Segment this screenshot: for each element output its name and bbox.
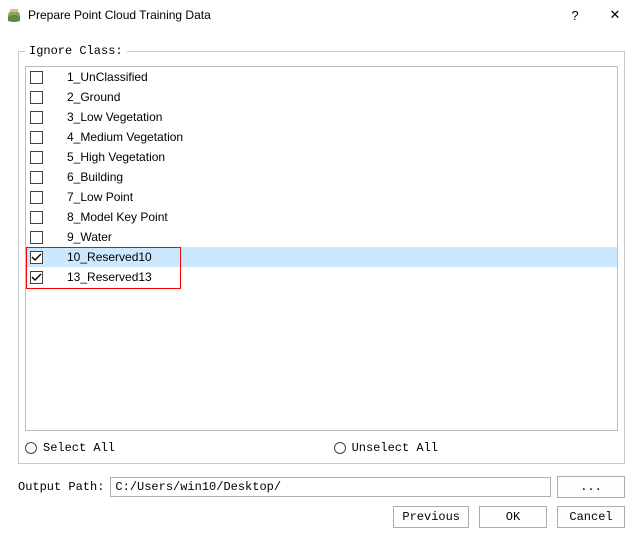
list-item-label: 7_Low Point [67, 190, 133, 204]
list-item[interactable]: 3_Low Vegetation [26, 107, 617, 127]
previous-button[interactable]: Previous [393, 506, 469, 528]
unselect-all-label: Unselect All [352, 441, 438, 455]
window-title: Prepare Point Cloud Training Data [28, 8, 555, 22]
checkbox-icon[interactable] [30, 111, 43, 124]
list-item[interactable]: 8_Model Key Point [26, 207, 617, 227]
output-path-input[interactable]: C:/Users/win10/Desktop/ [110, 477, 551, 497]
list-item-label: 1_UnClassified [67, 70, 148, 84]
checkbox-icon[interactable] [30, 251, 43, 264]
checkbox-icon[interactable] [30, 71, 43, 84]
title-bar: Prepare Point Cloud Training Data ? ✕ [0, 0, 643, 30]
dialog-window: Prepare Point Cloud Training Data ? ✕ Ig… [0, 0, 643, 537]
radio-dot-icon [25, 442, 37, 454]
list-item[interactable]: 7_Low Point [26, 187, 617, 207]
list-item[interactable]: 5_High Vegetation [26, 147, 617, 167]
select-radio-row: Select All Unselect All [25, 437, 618, 459]
select-all-label: Select All [43, 441, 115, 455]
list-item-label: 4_Medium Vegetation [67, 130, 183, 144]
list-item-label: 8_Model Key Point [67, 210, 168, 224]
close-button[interactable]: ✕ [595, 1, 635, 29]
dialog-button-row: Previous OK Cancel [18, 506, 625, 528]
list-item-label: 6_Building [67, 170, 123, 184]
output-path-row: Output Path: C:/Users/win10/Desktop/ ... [18, 476, 625, 498]
list-item[interactable]: 2_Ground [26, 87, 617, 107]
list-item-label: 3_Low Vegetation [67, 110, 162, 124]
checkbox-icon[interactable] [30, 171, 43, 184]
client-area: Ignore Class: 1_UnClassified 2_Ground 3_Lo… [0, 30, 643, 537]
list-item[interactable]: 4_Medium Vegetation [26, 127, 617, 147]
radio-dot-icon [334, 442, 346, 454]
list-item[interactable]: 10_Reserved10 [26, 247, 617, 267]
browse-button[interactable]: ... [557, 476, 625, 498]
output-path-value: C:/Users/win10/Desktop/ [115, 480, 281, 494]
ignore-class-legend: Ignore Class: [25, 44, 127, 58]
list-item[interactable]: 6_Building [26, 167, 617, 187]
ignore-class-group: Ignore Class: 1_UnClassified 2_Ground 3_Lo… [18, 44, 625, 464]
ok-button[interactable]: OK [479, 506, 547, 528]
checkbox-icon[interactable] [30, 151, 43, 164]
checkbox-icon[interactable] [30, 271, 43, 284]
select-all-radio[interactable]: Select All [25, 441, 115, 455]
unselect-all-radio[interactable]: Unselect All [334, 441, 438, 455]
checkbox-icon[interactable] [30, 191, 43, 204]
list-item-label: 5_High Vegetation [67, 150, 165, 164]
app-icon [6, 7, 22, 23]
list-item-label: 2_Ground [67, 90, 120, 104]
list-item-label: 9_Water [67, 230, 112, 244]
checkbox-icon[interactable] [30, 131, 43, 144]
output-path-label: Output Path: [18, 480, 104, 494]
list-item-label: 13_Reserved13 [67, 270, 152, 284]
cancel-button[interactable]: Cancel [557, 506, 625, 528]
list-item[interactable]: 13_Reserved13 [26, 267, 617, 287]
list-item[interactable]: 9_Water [26, 227, 617, 247]
checkbox-icon[interactable] [30, 231, 43, 244]
class-list: 1_UnClassified 2_Ground 3_Low Vegetation 4_… [25, 66, 618, 431]
checkbox-icon[interactable] [30, 211, 43, 224]
list-item-label: 10_Reserved10 [67, 250, 152, 264]
list-item[interactable]: 1_UnClassified [26, 67, 617, 87]
help-button[interactable]: ? [555, 1, 595, 29]
checkbox-icon[interactable] [30, 91, 43, 104]
